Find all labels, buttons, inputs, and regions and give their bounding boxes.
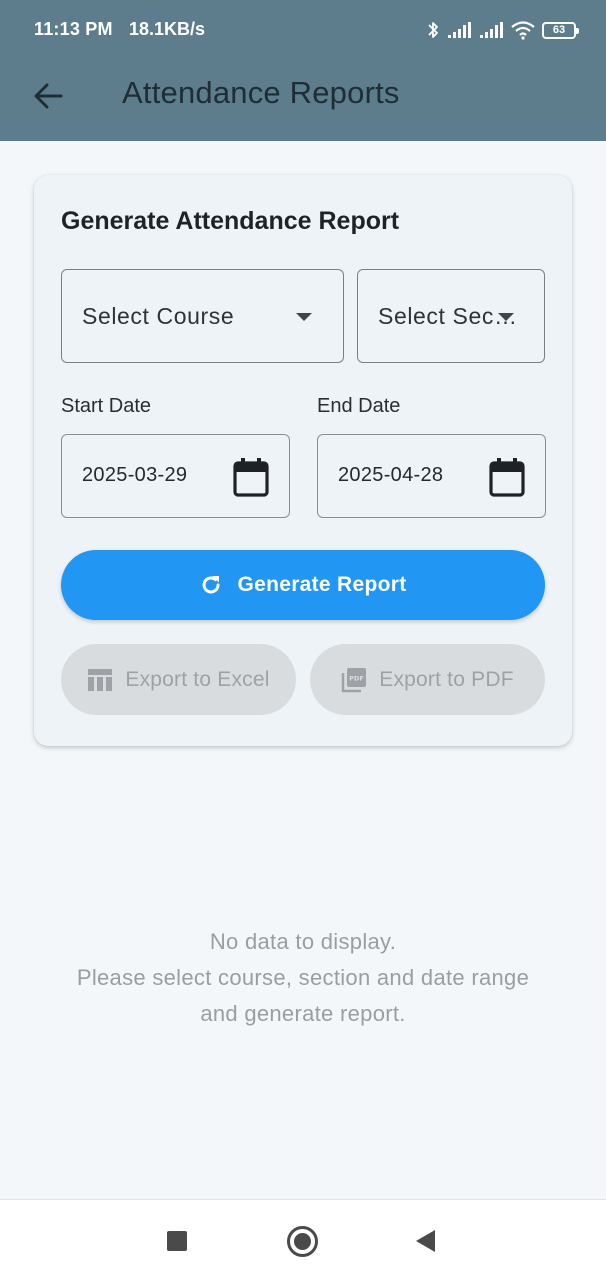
export-excel-button[interactable]: Export to Excel (61, 644, 296, 715)
status-network-speed: 18.1KB/s (129, 19, 206, 39)
app-bar: Attendance Reports (0, 60, 606, 141)
pdf-icon: PDF (342, 667, 367, 692)
arrow-left-icon (34, 83, 63, 109)
calendar-icon[interactable] (233, 457, 269, 497)
generate-report-label: Generate Report (237, 573, 407, 596)
export-excel-label: Export to Excel (125, 667, 270, 691)
system-nav-bar (0, 1199, 606, 1280)
export-pdf-label: Export to PDF (379, 667, 514, 691)
course-select-value: Select Course (82, 302, 235, 329)
svg-text:PDF: PDF (349, 674, 364, 682)
recents-button[interactable] (167, 1231, 187, 1251)
export-pdf-button[interactable]: PDF Export to PDF (310, 644, 545, 715)
card-title: Generate Attendance Report (61, 207, 400, 235)
report-form-card: Generate Attendance Report Select Course… (34, 175, 572, 746)
empty-state-message: No data to display. Please select course… (0, 924, 606, 1032)
battery-level: 63 (552, 24, 566, 36)
end-date-label: End Date (317, 395, 401, 417)
empty-state-line-2: Please select course, section and date r… (76, 965, 530, 990)
section-select-value: Select Sec… (378, 302, 518, 329)
generate-report-button[interactable]: Generate Report (61, 550, 545, 620)
wifi-icon (511, 21, 535, 40)
empty-state-line-1: No data to display. (209, 929, 397, 954)
end-date-field[interactable]: 2025-04-28 (317, 434, 546, 518)
table-icon (88, 668, 113, 691)
home-button[interactable] (287, 1226, 318, 1257)
refresh-icon (203, 576, 220, 594)
course-select[interactable]: Select Course (61, 269, 344, 363)
page-title: Attendance Reports (122, 75, 400, 110)
status-time: 11:13 PM (34, 19, 113, 39)
system-back-button[interactable] (416, 1230, 435, 1252)
start-date-field[interactable]: 2025-03-29 (61, 434, 290, 518)
signal-icon (480, 22, 503, 38)
section-select[interactable]: Select Sec… (357, 269, 545, 363)
end-date-value: 2025-04-28 (338, 464, 444, 486)
status-bar: 11:13 PM 18.1KB/s 63 (0, 0, 606, 60)
signal-icon (448, 22, 471, 38)
chevron-down-icon (498, 313, 514, 321)
back-button[interactable] (26, 74, 70, 118)
battery-icon: 63 (542, 21, 579, 39)
start-date-label: Start Date (61, 395, 152, 417)
start-date-value: 2025-03-29 (82, 464, 188, 486)
status-icons: 63 (426, 16, 579, 44)
chevron-down-icon (296, 313, 312, 321)
calendar-icon[interactable] (489, 457, 525, 497)
bluetooth-icon (428, 22, 438, 38)
empty-state-line-3: and generate report. (200, 1001, 406, 1026)
